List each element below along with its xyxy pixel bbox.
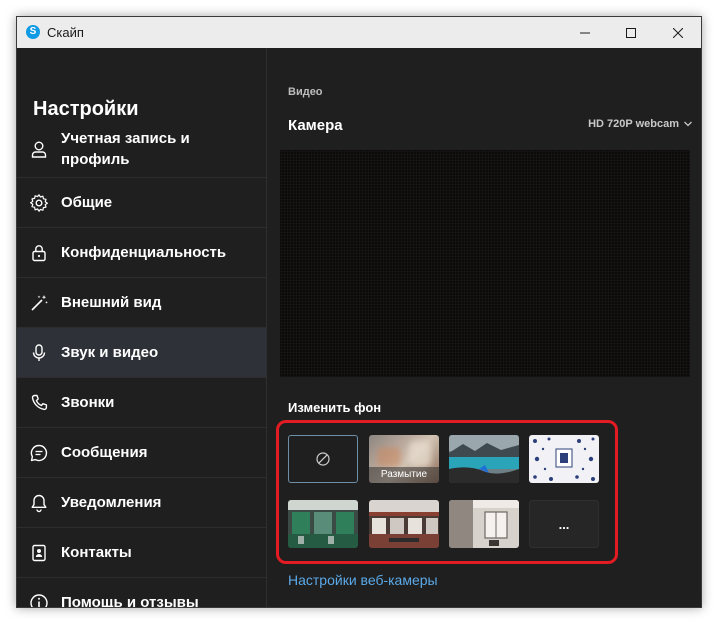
more-label: ... xyxy=(558,516,570,532)
change-background-label: Изменить фон xyxy=(288,400,382,415)
bell-icon xyxy=(29,493,49,513)
background-red-hall-option[interactable] xyxy=(369,500,439,548)
sidebar-item-privacy[interactable]: Конфиденциальность xyxy=(17,228,266,278)
sidebar-item-label: Учетная запись и профиль xyxy=(61,130,190,168)
sidebar-item-label: Сообщения xyxy=(61,444,148,461)
background-green-office-option[interactable] xyxy=(288,500,358,548)
sidebar-item-contacts[interactable]: Контакты xyxy=(17,528,266,578)
sidebar-item-label: Конфиденциальность xyxy=(61,244,227,261)
no-background-icon xyxy=(316,452,330,466)
person-icon xyxy=(29,139,49,159)
camera-device-value: HD 720P webcam xyxy=(588,118,679,130)
gear-icon xyxy=(29,193,49,213)
skype-logo-icon: S xyxy=(26,25,40,39)
sidebar-item-general[interactable]: Общие xyxy=(17,178,266,228)
background-none-option[interactable] xyxy=(288,435,358,483)
sidebar-item-messages[interactable]: Сообщения xyxy=(17,428,266,478)
sidebar-item-appearance[interactable]: Внешний вид xyxy=(17,278,266,328)
video-section-label: Видео xyxy=(288,86,323,98)
sidebar-item-label: Внешний вид xyxy=(61,294,162,311)
phone-icon xyxy=(29,393,49,413)
sidebar-item-label: Звук и видео xyxy=(61,344,159,361)
maximize-button[interactable] xyxy=(608,17,654,48)
winter-pattern-image xyxy=(529,435,599,483)
webcam-settings-link[interactable]: Настройки веб-камеры xyxy=(288,572,438,588)
info-icon xyxy=(29,593,49,607)
green-office-image xyxy=(288,500,358,548)
skype-window: S Скайп Настройки Учетная запись и профи… xyxy=(16,16,702,608)
lock-icon xyxy=(29,243,49,263)
sidebar-item-label: Звонки xyxy=(61,394,115,411)
title-bar[interactable]: S Скайп xyxy=(17,17,701,48)
window-title: Скайп xyxy=(47,25,84,40)
settings-sidebar: Настройки Учетная запись и профиль Общие… xyxy=(17,48,267,608)
minimize-icon xyxy=(580,32,590,33)
camera-label: Камера xyxy=(288,117,343,134)
background-blur-option[interactable]: Размытие xyxy=(369,435,439,483)
settings-heading: Настройки xyxy=(33,98,139,120)
blur-shape xyxy=(409,441,431,467)
background-white-room-option[interactable] xyxy=(449,500,519,548)
blur-caption: Размытие xyxy=(369,467,439,483)
background-mountain-lake-option[interactable] xyxy=(449,435,519,483)
camera-preview xyxy=(280,150,690,377)
sidebar-item-help[interactable]: Помощь и отзывы xyxy=(17,578,266,608)
chat-bubble-icon xyxy=(29,443,49,463)
settings-content: Видео Камера HD 720P webcam Изменить фон… xyxy=(268,48,701,607)
sidebar-item-label: Помощь и отзывы xyxy=(61,594,199,608)
camera-device-dropdown[interactable]: HD 720P webcam xyxy=(588,118,693,130)
close-icon xyxy=(673,27,683,38)
mountain-lake-image xyxy=(449,435,519,483)
settings-nav: Учетная запись и профиль Общие Конфиденц… xyxy=(17,121,266,608)
sidebar-item-calls[interactable]: Звонки xyxy=(17,378,266,428)
sidebar-item-notifications[interactable]: Уведомления xyxy=(17,478,266,528)
magic-wand-icon xyxy=(29,293,49,313)
sidebar-item-label: Общие xyxy=(61,194,113,211)
sidebar-item-audio-video[interactable]: Звук и видео xyxy=(17,328,266,378)
red-hall-image xyxy=(369,500,439,548)
chevron-down-icon xyxy=(684,121,692,127)
microphone-icon xyxy=(29,343,49,363)
more-backgrounds-button[interactable]: ... xyxy=(529,500,599,548)
sidebar-item-account[interactable]: Учетная запись и профиль xyxy=(17,121,266,178)
minimize-button[interactable] xyxy=(562,17,608,48)
sidebar-item-label: Уведомления xyxy=(61,494,162,511)
blur-shape xyxy=(377,447,401,467)
white-room-image xyxy=(449,500,519,548)
background-winter-pattern-option[interactable] xyxy=(529,435,599,483)
maximize-icon xyxy=(626,27,636,38)
sidebar-item-label: Контакты xyxy=(61,544,132,561)
close-button[interactable] xyxy=(655,17,701,48)
contact-book-icon xyxy=(29,543,49,563)
